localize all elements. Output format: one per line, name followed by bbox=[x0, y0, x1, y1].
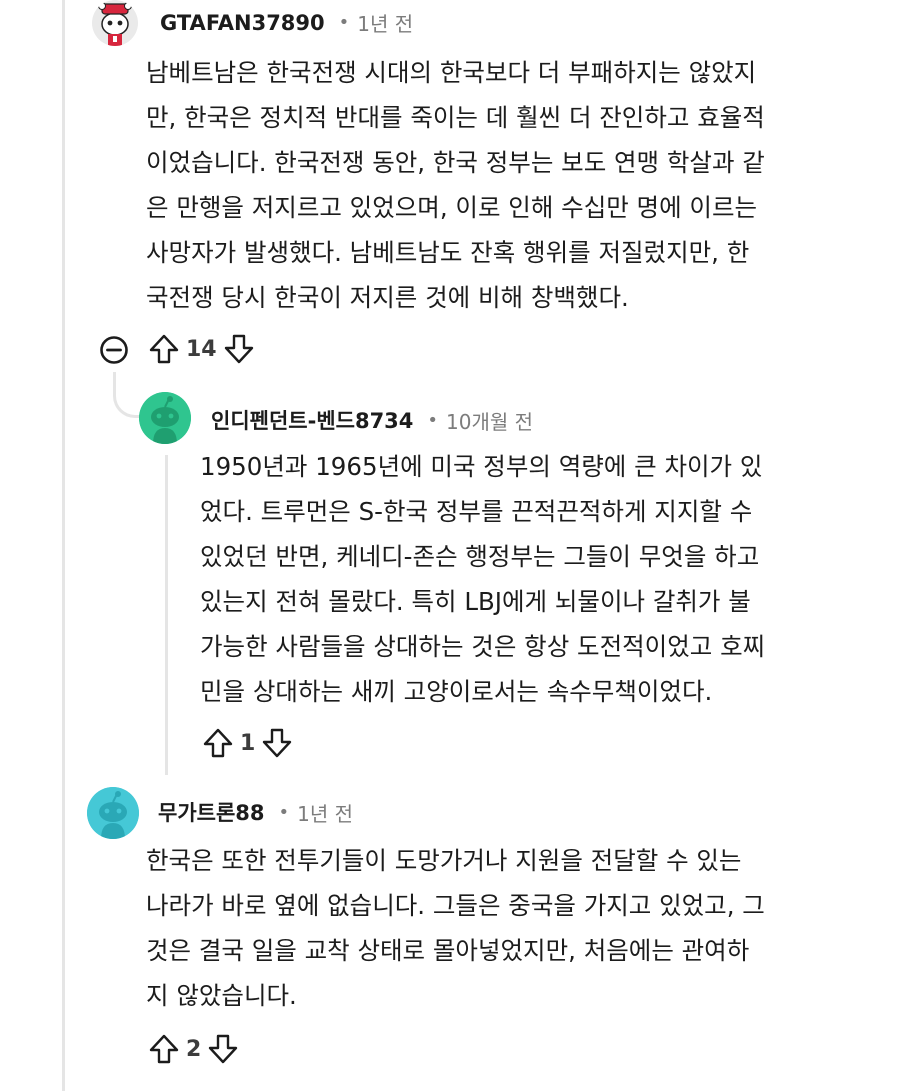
comment-line: 있는지 전혀 몰랐다. 특히 LBJ에게 뇌물이나 갈취가 불 bbox=[200, 587, 751, 616]
comment-line: 국전쟁 당시 한국이 저지른 것에 비해 창백했다. bbox=[146, 283, 629, 312]
vote-count: 14 bbox=[186, 336, 217, 362]
comment-line: 남베트남은 한국전쟁 시대의 한국보다 더 부패하지는 않았지 bbox=[146, 58, 757, 87]
avatar[interactable] bbox=[139, 392, 191, 444]
comment-line: 만, 한국은 정치적 반대를 죽이는 데 훨씬 더 잔인하고 효율적 bbox=[146, 103, 765, 132]
upvote-icon[interactable] bbox=[148, 1033, 180, 1065]
separator-dot: • bbox=[427, 409, 439, 431]
username[interactable]: GTAFAN37890 bbox=[160, 11, 325, 35]
downvote-icon[interactable] bbox=[223, 333, 255, 365]
timestamp[interactable]: 1년 전 bbox=[357, 8, 413, 37]
comment-body: 1950년과 1965년에 미국 정부의 역량에 큰 차이가 있 었다. 트루먼… bbox=[200, 444, 765, 714]
timestamp[interactable]: 1년 전 bbox=[297, 798, 353, 827]
separator-dot: • bbox=[338, 12, 350, 33]
separator-dot: • bbox=[278, 801, 290, 823]
comment-line: 있었던 반면, 케네디-존슨 행정부는 그들이 무엇을 하고 bbox=[200, 542, 760, 571]
reply-thread-line[interactable] bbox=[165, 455, 168, 775]
avatar[interactable] bbox=[92, 0, 138, 46]
vote-bar: 2 bbox=[148, 1033, 239, 1065]
comment-line: 1950년과 1965년에 미국 정부의 역량에 큰 차이가 있 bbox=[200, 452, 763, 481]
upvote-icon[interactable] bbox=[202, 727, 234, 759]
downvote-icon[interactable] bbox=[207, 1033, 239, 1065]
comment-line: 나라가 바로 옆에 없습니다. 그들은 중국을 가지고 있었고, 그 bbox=[146, 891, 765, 920]
username[interactable]: 인디펜던트-벤드8734 bbox=[211, 405, 413, 435]
comment-line: 이었습니다. 한국전쟁 동안, 한국 정부는 보도 연맹 학살과 같 bbox=[146, 148, 765, 177]
comment-header: GTAFAN37890 • 1년 전 bbox=[160, 8, 413, 37]
vote-count: 1 bbox=[240, 730, 256, 756]
collapse-thread-icon[interactable] bbox=[99, 335, 129, 365]
reply-connector bbox=[113, 372, 141, 418]
comment-line: 가능한 사람들을 상대하는 것은 항상 도전적이었고 호찌 bbox=[200, 632, 766, 661]
comment-line: 민을 상대하는 새끼 고양이로서는 속수무책이었다. bbox=[200, 677, 713, 706]
vote-bar: 1 bbox=[202, 727, 293, 759]
comment-header: 무가트론88 • 1년 전 bbox=[158, 797, 353, 827]
snoo-avatar-red-hat-icon bbox=[92, 0, 138, 46]
comment-line: 한국은 또한 전투기들이 도망가거나 지원을 전달할 수 있는 bbox=[146, 846, 742, 875]
snoo-avatar-cyan-icon bbox=[87, 787, 139, 839]
comment-line: 사망자가 발생했다. 남베트남도 잔혹 행위를 저질렀지만, 한 bbox=[146, 238, 750, 267]
avatar[interactable] bbox=[87, 787, 139, 839]
timestamp[interactable]: 10개월 전 bbox=[446, 406, 533, 435]
comment-body: 한국은 또한 전투기들이 도망가거나 지원을 전달할 수 있는 나라가 바로 옆… bbox=[146, 838, 765, 1018]
username[interactable]: 무가트론88 bbox=[158, 797, 265, 827]
vote-bar: 14 bbox=[148, 333, 255, 365]
comment-line: 었다. 트루먼은 S-한국 정부를 끈적끈적하게 지지할 수 bbox=[200, 497, 753, 526]
upvote-icon[interactable] bbox=[148, 333, 180, 365]
downvote-icon[interactable] bbox=[261, 727, 293, 759]
snoo-avatar-green-icon bbox=[139, 392, 191, 444]
thread-line[interactable] bbox=[62, 0, 65, 1091]
vote-count: 2 bbox=[186, 1036, 202, 1062]
comment-line: 은 만행을 저지르고 있었으며, 이로 인해 수십만 명에 이르는 bbox=[146, 193, 758, 222]
comment-body: 남베트남은 한국전쟁 시대의 한국보다 더 부패하지는 않았지 만, 한국은 정… bbox=[146, 50, 765, 320]
comment-line: 지 않았습니다. bbox=[146, 981, 297, 1010]
comment-header: 인디펜던트-벤드8734 • 10개월 전 bbox=[211, 405, 533, 435]
comment-line: 것은 결국 일을 교착 상태로 몰아넣었지만, 처음에는 관여하 bbox=[146, 936, 750, 965]
